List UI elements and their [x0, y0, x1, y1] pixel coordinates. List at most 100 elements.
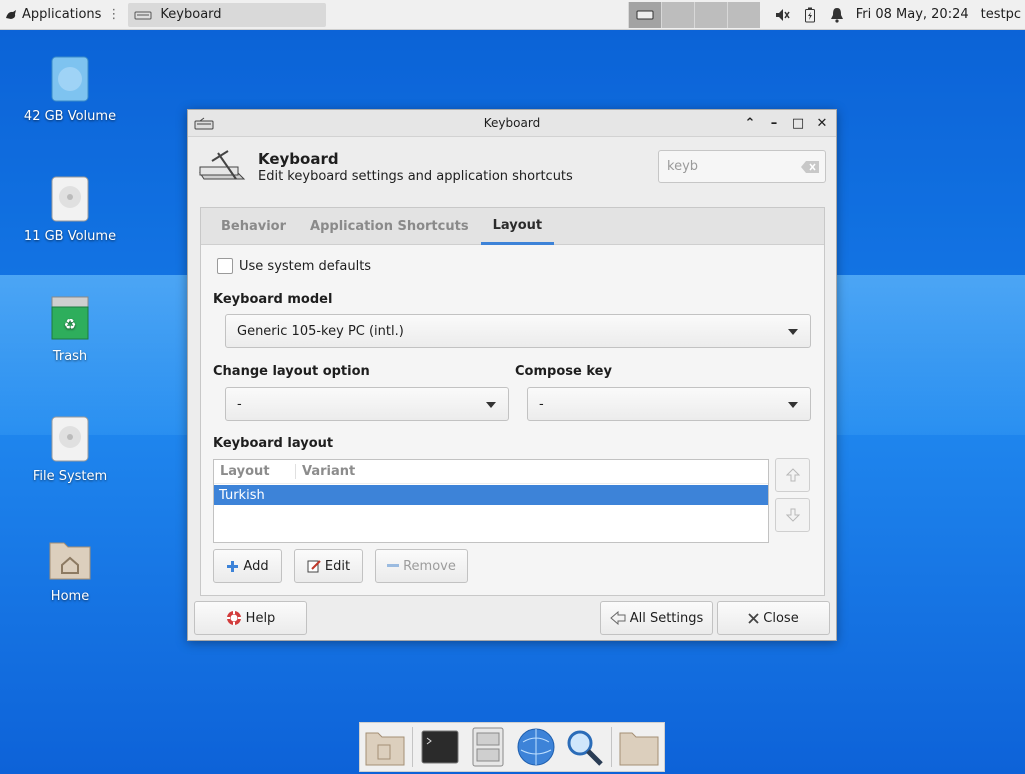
arrow-up-icon — [785, 468, 800, 482]
battery-charging-icon[interactable] — [804, 7, 816, 23]
close-button[interactable]: Close — [717, 601, 830, 635]
tab-behavior[interactable]: Behavior — [209, 208, 298, 244]
list-header: Layout Variant — [214, 460, 768, 484]
chevron-down-icon — [486, 402, 496, 408]
compose-key-value: - — [539, 396, 544, 412]
close-icon[interactable]: ✕ — [814, 114, 830, 132]
drive-icon — [51, 176, 89, 222]
taskbar-title: Keyboard — [160, 7, 222, 22]
drive-icon — [51, 56, 89, 102]
desktop-icon-label: File System — [32, 469, 108, 484]
list-item[interactable]: Turkish — [214, 485, 768, 505]
folder-icon — [619, 732, 659, 766]
back-arrow-icon — [609, 611, 626, 625]
move-up-button[interactable] — [775, 458, 810, 492]
keyboard-icon — [194, 117, 214, 130]
minus-icon — [387, 564, 400, 567]
desktop-icon-label: Trash — [52, 349, 88, 364]
dock-file-manager[interactable] — [467, 725, 509, 769]
keyboard-model-label: Keyboard model — [213, 292, 333, 307]
column-variant[interactable]: Variant — [296, 464, 355, 479]
shade-icon[interactable]: ⌃ — [742, 114, 758, 132]
maximize-icon[interactable]: □ — [790, 114, 806, 132]
compose-key-select[interactable]: - — [527, 387, 811, 421]
keyboard-model-value: Generic 105-key PC (intl.) — [237, 323, 404, 339]
search-icon — [567, 730, 603, 766]
dock-search[interactable] — [563, 725, 605, 769]
desktop-icon-11gb-volume[interactable]: 11 GB Volume — [10, 175, 130, 244]
svg-text:♻: ♻ — [64, 317, 77, 333]
add-label: Add — [243, 558, 269, 574]
desktop-icon-trash[interactable]: ♻ Trash — [10, 295, 130, 364]
keyboard-icon — [134, 11, 152, 19]
all-settings-button[interactable]: All Settings — [600, 601, 713, 635]
desktop-icon-42gb-volume[interactable]: 42 GB Volume — [10, 55, 130, 124]
window-titlebar[interactable]: Keyboard ⌃ – □ ✕ — [188, 110, 836, 137]
add-layout-button[interactable]: Add — [213, 549, 282, 583]
dock-show-desktop[interactable] — [364, 725, 406, 769]
folder-icon — [365, 732, 405, 766]
applications-label: Applications — [22, 7, 102, 22]
workspace-3[interactable] — [693, 1, 727, 28]
applications-menu-button[interactable]: Applications ⋮ — [0, 0, 124, 30]
chevron-down-icon — [788, 329, 798, 335]
arrow-down-icon — [785, 508, 800, 522]
search-input[interactable]: keyb — [658, 150, 826, 183]
desktop-icon-file-system[interactable]: File System — [10, 415, 130, 484]
keyboard-layout-list[interactable]: Layout Variant Turkish — [213, 459, 769, 543]
clear-search-icon[interactable] — [801, 161, 819, 173]
dock-web-browser[interactable] — [515, 725, 557, 769]
plus-icon — [227, 560, 239, 572]
remove-layout-button[interactable]: Remove — [375, 549, 468, 583]
tab-application-shortcuts[interactable]: Application Shortcuts — [298, 208, 481, 244]
volume-muted-icon[interactable] — [774, 7, 790, 23]
change-layout-label: Change layout option — [213, 364, 370, 379]
dock-home-folder[interactable] — [618, 725, 660, 769]
workspace-4[interactable] — [726, 1, 760, 28]
clock[interactable]: Fri 08 May, 20:24 — [856, 7, 969, 22]
change-layout-select[interactable]: - — [225, 387, 509, 421]
drive-icon — [51, 416, 89, 462]
home-folder-icon — [49, 542, 91, 580]
minimize-icon[interactable]: – — [766, 114, 782, 132]
dock-panel — [359, 722, 665, 772]
change-layout-value: - — [237, 396, 242, 412]
keyboard-settings-icon — [199, 150, 246, 180]
edit-layout-button[interactable]: Edit — [294, 549, 363, 583]
globe-icon — [517, 728, 555, 766]
dock-terminal[interactable] — [419, 725, 461, 769]
dock-separator — [412, 727, 413, 767]
window-title: Keyboard — [483, 116, 541, 130]
file-cabinet-icon — [472, 727, 504, 767]
edit-icon — [307, 560, 321, 573]
taskbar-keyboard-button[interactable]: Keyboard — [128, 2, 327, 27]
menu-separator-icon: ⋮ — [107, 7, 121, 22]
chevron-down-icon — [788, 402, 798, 408]
tab-bar: Behavior Application Shortcuts Layout — [201, 208, 824, 245]
close-label: Close — [763, 610, 799, 626]
xfce-mouse-icon — [6, 9, 16, 19]
desktop-icon-home[interactable]: Home — [10, 535, 130, 604]
column-layout[interactable]: Layout — [214, 464, 296, 479]
close-icon — [748, 612, 759, 624]
help-label: Help — [245, 610, 276, 626]
workspace-1[interactable] — [627, 1, 661, 28]
use-system-defaults-row[interactable]: Use system defaults — [217, 258, 371, 274]
terminal-icon — [421, 730, 459, 764]
use-system-defaults-checkbox[interactable] — [217, 258, 233, 274]
settings-notebook: Behavior Application Shortcuts Layout Us… — [200, 207, 825, 596]
workspace-2[interactable] — [660, 1, 694, 28]
dialog-header: Keyboard Edit keyboard settings and appl… — [188, 137, 836, 197]
search-value: keyb — [667, 159, 699, 174]
keyboard-model-select[interactable]: Generic 105-key PC (intl.) — [225, 314, 811, 348]
keyboard-settings-window: Keyboard ⌃ – □ ✕ Keyboard Edit keyboard … — [187, 109, 837, 641]
desktop-icon-label: 11 GB Volume — [23, 229, 117, 244]
desktop-icon-label: 42 GB Volume — [23, 109, 117, 124]
notification-bell-icon[interactable] — [830, 7, 844, 23]
user-name[interactable]: testpc — [981, 7, 1021, 22]
move-down-button[interactable] — [775, 498, 810, 532]
keyboard-icon — [636, 10, 654, 19]
help-button[interactable]: Help — [194, 601, 307, 635]
desktop-icon-label: Home — [50, 589, 90, 604]
tab-layout[interactable]: Layout — [480, 208, 555, 245]
